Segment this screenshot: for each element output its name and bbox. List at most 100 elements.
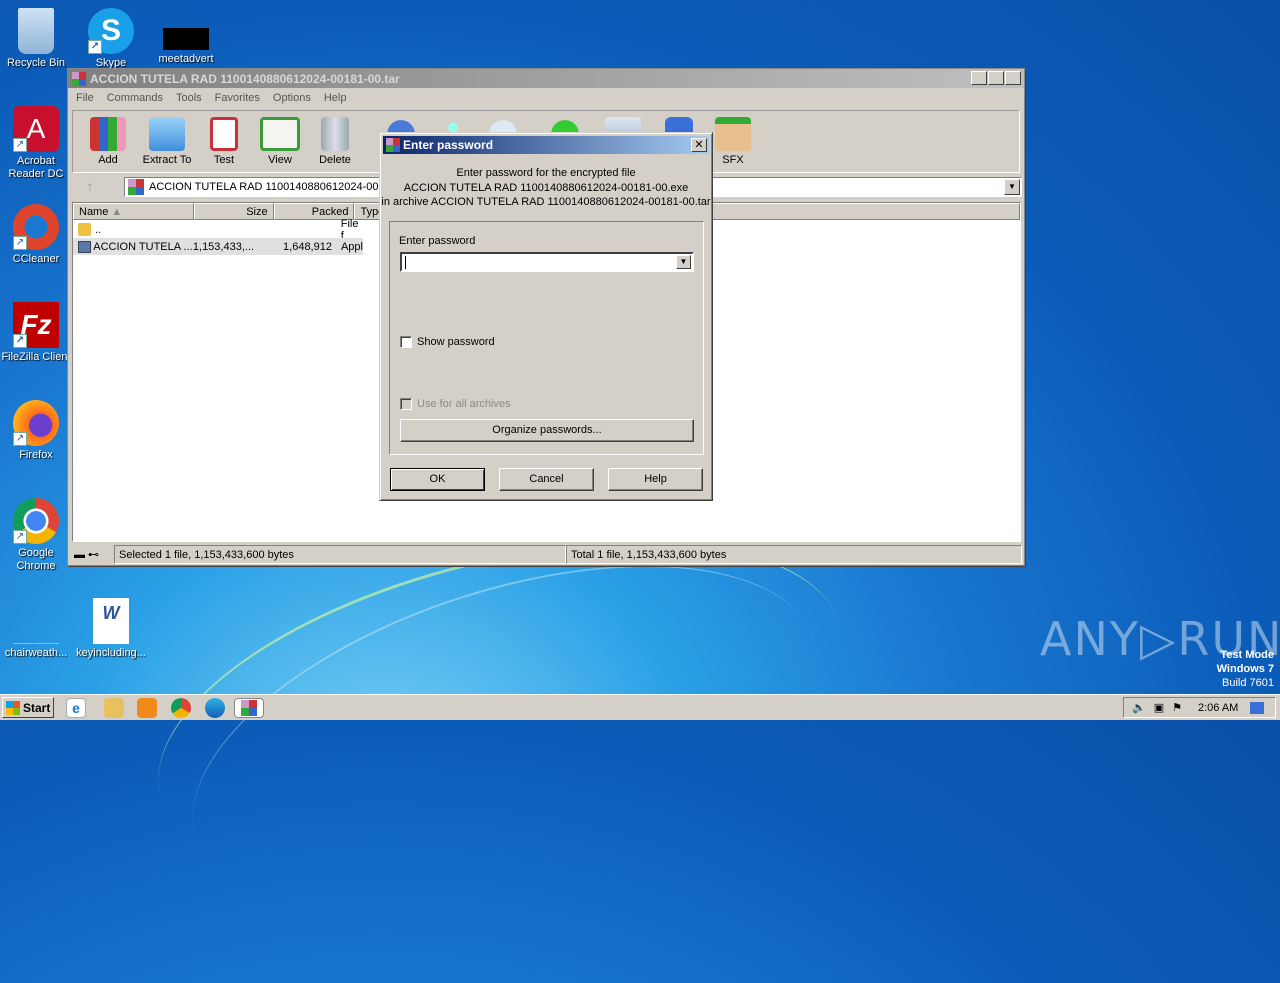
checkbox-label: Show password [417,336,495,348]
menu-tools[interactable]: Tools [176,92,202,104]
maximize-button[interactable]: □ [988,71,1004,85]
desktop-icon-label: keyincluding... [76,647,146,659]
chrome-icon: ↗ [13,498,59,544]
dialog-close-button[interactable]: ✕ [691,138,707,152]
status-selected: Selected 1 file, 1,153,433,600 bytes [114,545,566,564]
toolbar-label: Extract To [142,154,192,166]
toolbar-label: View [268,154,292,166]
desktop-icon-keyincluding[interactable]: W keyincluding... [75,598,147,660]
view-icon [260,117,300,151]
checkbox-box [400,336,412,348]
ccleaner-icon: ↗ [13,204,59,250]
use-for-all-archives-checkbox[interactable]: Use for all archives [400,398,511,410]
toolbar-label: Delete [319,154,351,166]
password-input[interactable]: ▼ [400,252,694,272]
show-password-checkbox[interactable]: Show password [400,336,495,348]
winrar-icon [386,138,400,152]
status-bar: ▬ ⊷ Selected 1 file, 1,153,433,600 bytes… [70,545,1022,564]
archive-name: in archive ACCION TUTELA RAD 11001408806… [381,196,711,208]
toolbar-delete-button[interactable]: Delete [305,117,365,166]
cancel-button[interactable]: Cancel [499,468,594,491]
enter-password-dialog: Enter password ✕ Enter password for the … [379,132,713,501]
action-center-flag-icon[interactable]: ⚑ [1172,701,1182,714]
window-titlebar[interactable]: ACCION TUTELA RAD 1100140880612024-00181… [68,69,1024,88]
desktop-icon-label: Recycle Bin [6,57,66,69]
menu-options[interactable]: Options [273,92,311,104]
minimize-button[interactable]: _ [971,71,987,85]
up-folder-button[interactable]: ↑ [80,178,100,196]
winrar-taskbar-button[interactable] [234,698,264,718]
chevron-down-icon[interactable]: ▼ [1004,179,1020,195]
menu-favorites[interactable]: Favorites [215,92,260,104]
desktop-icon-meetadvert[interactable]: meetadvert [150,8,222,66]
show-desktop-button[interactable] [1250,701,1265,714]
table-row[interactable]: .. File f [73,218,363,242]
desktop-icon-chrome[interactable]: ↗ Google Chrome [0,498,72,573]
status-total: Total 1 file, 1,153,433,600 bytes [566,545,1022,564]
test-icon [210,117,238,151]
watermark-line: Test Mode [1220,649,1274,661]
network-icon[interactable]: ▣ [1154,701,1164,714]
organize-passwords-button[interactable]: Organize passwords... [400,419,694,442]
test-mode-watermark: Test Mode Windows 7 Build 7601 [1217,648,1274,690]
desktop-icon-label: CCleaner [12,253,60,265]
desktop-icon-label: Firefox [19,449,53,461]
desktop-icon-chairweath[interactable]: chairweath... [0,598,72,660]
edge-icon[interactable] [205,698,225,718]
toolbar-extract-button[interactable]: Extract To [137,117,197,166]
window-title: ACCION TUTELA RAD 1100140880612024-00181… [90,71,400,86]
checkbox-box [400,398,412,410]
dialog-titlebar[interactable]: Enter password ✕ [383,136,709,154]
clock[interactable]: 2:06 AM [1198,702,1238,714]
windows-logo-icon [6,700,20,715]
toolbar-add-button[interactable]: Add [78,117,138,166]
taskbar: Start e 🔈 ▣ ⚑ 2:06 AM [0,694,1280,720]
column-header-size[interactable]: Size [193,203,274,220]
watermark-line: Build 7601 [1222,677,1274,689]
desktop-icon-filezilla[interactable]: Fz ↗ FileZilla Client [0,302,72,364]
winrar-icon [241,700,257,716]
drive-icon: ▬ ⊷ [74,549,100,561]
delete-icon [321,117,349,151]
desktop-icon-acrobat[interactable]: A ↗ Acrobat Reader DC [0,106,72,181]
word-doc-icon: W [93,598,129,644]
menu-help[interactable]: Help [324,92,347,104]
desktop-icon-label: chairweath... [4,647,68,659]
start-button[interactable]: Start [2,697,54,718]
winrar-icon [72,71,86,86]
volume-icon[interactable]: 🔈 [1132,701,1146,714]
extract-icon [149,117,185,151]
encrypted-file-name: ACCION TUTELA RAD 1100140880612024-00181… [403,181,689,194]
desktop-icon-skype[interactable]: S ↗ Skype [75,8,147,70]
toolbar-test-button[interactable]: Test [194,117,254,166]
desktop-icon-firefox[interactable]: ↗ Firefox [0,400,72,462]
toolbar-label: Add [98,154,118,166]
ok-button[interactable]: OK [390,468,485,491]
menu-bar: File Commands Tools Favorites Options He… [68,88,1024,108]
desktop-icon-label: FileZilla Client [1,351,71,363]
menu-file[interactable]: File [76,92,94,104]
table-row[interactable]: ACCION TUTELA ... 1,153,433,... 1,648,91… [73,238,363,255]
desktop-icon-ccleaner[interactable]: ↗ CCleaner [0,204,72,266]
chevron-down-icon[interactable]: ▼ [676,255,691,269]
message-line: Enter password for the encrypted file [456,167,636,179]
watermark-line: Windows 7 [1216,663,1274,675]
dialog-message: Enter password for the encrypted file AC… [380,166,712,210]
close-button[interactable]: ✕ [1005,71,1021,85]
column-header-name[interactable]: Name ▲ [73,203,194,220]
media-player-icon[interactable] [137,698,157,718]
desktop-icon-recycle-bin[interactable]: Recycle Bin [0,8,72,70]
cell-size: 1,153,433,... [192,240,255,253]
ie-icon[interactable]: e [66,698,86,718]
cell-packed: 1,648,912 [283,240,332,253]
chrome-taskbar-icon[interactable] [171,698,191,718]
explorer-icon[interactable] [104,698,124,718]
help-button[interactable]: Help [608,468,703,491]
checkbox-label: Use for all archives [417,398,511,410]
menu-commands[interactable]: Commands [107,92,163,104]
toolbar-view-button[interactable]: View [250,117,310,166]
skype-icon: S ↗ [88,8,134,54]
toolbar-label: Test [213,154,235,166]
desktop-icon-label: meetadvert [158,53,214,65]
dialog-title: Enter password [403,138,494,152]
